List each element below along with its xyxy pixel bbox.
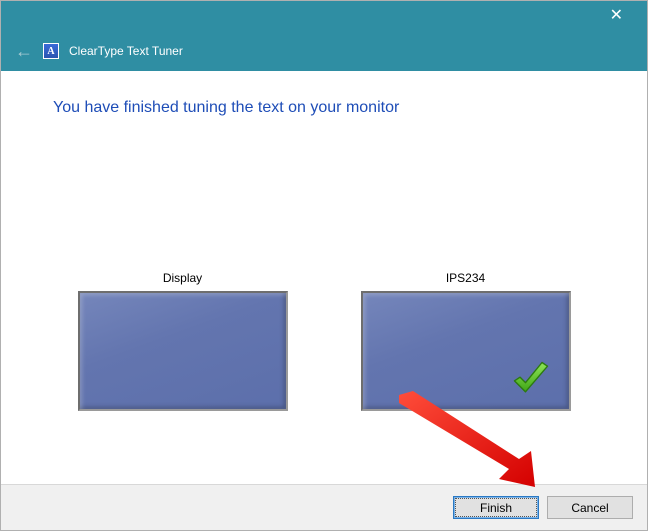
monitor-thumbnail[interactable] (361, 291, 571, 411)
back-arrow-icon[interactable]: ← (15, 42, 33, 60)
monitor-item: Display (78, 271, 288, 411)
close-icon[interactable]: ✕ (602, 4, 631, 28)
titlebar: ✕ (1, 1, 647, 31)
finish-button[interactable]: Finish (453, 496, 539, 519)
monitors-row: Display IPS234 (1, 271, 647, 411)
wizard-body: You have finished tuning the text on you… (1, 71, 647, 484)
footer-bar: Finish Cancel (1, 484, 647, 530)
monitor-label: Display (78, 271, 288, 285)
cancel-button[interactable]: Cancel (547, 496, 633, 519)
monitor-label: IPS234 (361, 271, 571, 285)
app-icon: A (43, 43, 59, 59)
wizard-window: ✕ ← A ClearType Text Tuner You have fini… (0, 0, 648, 531)
window-title: ClearType Text Tuner (69, 44, 183, 58)
header-bar: ← A ClearType Text Tuner (1, 31, 647, 71)
checkmark-icon (509, 357, 553, 401)
monitor-item: IPS234 (361, 271, 571, 411)
monitor-thumbnail[interactable] (78, 291, 288, 411)
page-heading: You have finished tuning the text on you… (53, 99, 609, 117)
